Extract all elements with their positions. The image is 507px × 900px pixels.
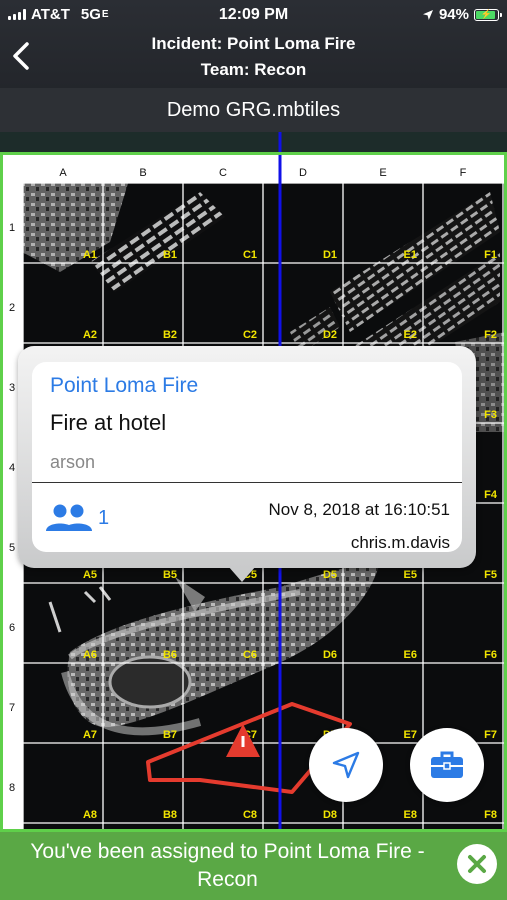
grid-cell-label: B1 (163, 249, 177, 261)
grid-row-label: 7 (9, 702, 15, 714)
grid-cell-label: F3 (484, 409, 497, 421)
grid-cell-label: D2 (323, 329, 337, 341)
grid-cell-label: B5 (163, 569, 177, 581)
grid-cell-label: A6 (83, 649, 97, 661)
incident-title: Incident: Point Loma Fire (151, 34, 356, 53)
grid-cell-label: E2 (404, 329, 417, 341)
grid-cell-label: A8 (83, 809, 97, 821)
incident-date: Nov 8, 2018 at 16:10:51 (268, 500, 450, 519)
grid-cell-label: C2 (243, 329, 257, 341)
incident-category: arson (50, 452, 96, 472)
grid-cell-label: C6 (243, 649, 257, 661)
grid-row-label: 8 (9, 782, 15, 794)
battery-icon: ⚡ (474, 8, 502, 21)
people-button[interactable]: 1 (46, 504, 109, 532)
grid-cell-label: E5 (404, 569, 417, 581)
grid-column-label: F (460, 167, 467, 179)
team-title: Team: Recon (200, 60, 307, 79)
grid-row-label: 6 (9, 622, 15, 634)
popup-pointer (228, 566, 256, 582)
grid-cell-label: E7 (404, 729, 417, 741)
status-battery: 94% ⚡ (422, 6, 502, 23)
grid-cell-label: B6 (163, 649, 177, 661)
banner-message: You've been assigned to Point Loma Fire … (30, 840, 425, 891)
grid-cell-label: E6 (404, 649, 417, 661)
warning-mark (241, 736, 245, 747)
grid-cell-label: F7 (484, 729, 497, 741)
grid-column-label: C (219, 167, 227, 179)
grid-cell-label: B7 (163, 729, 177, 741)
navigate-button[interactable] (309, 728, 383, 802)
grid-row-label: 2 (9, 302, 15, 314)
grid-row-label: 3 (9, 382, 15, 394)
grid-cell-label: D5 (323, 569, 337, 581)
layer-name-bar: Demo GRG.mbtiles (0, 88, 507, 132)
grid-cell-label: F2 (484, 329, 497, 341)
group-icon (46, 504, 92, 531)
battery-percent: 94% (438, 6, 469, 23)
incident-description: Fire at hotel (50, 410, 167, 435)
grid-cell-label: F5 (484, 569, 497, 581)
close-icon (468, 855, 486, 873)
grid-cell-label: A2 (83, 329, 97, 341)
briefcase-button[interactable] (410, 728, 484, 802)
grid-cell-label: A7 (83, 729, 97, 741)
grid-row-label: 5 (9, 542, 15, 554)
grid-cell-label: A5 (83, 569, 97, 581)
grid-cell-label: B2 (163, 329, 177, 341)
grid-cell-label: F6 (484, 649, 497, 661)
grid-cell-label: D1 (323, 249, 337, 261)
grid-row-label: 4 (9, 462, 15, 474)
location-arrow-icon (422, 9, 433, 20)
grid-cell-label: F4 (484, 489, 498, 501)
incident-card[interactable]: Point Loma Fire Fire at hotel arson 1 No… (32, 362, 462, 552)
grid-cell-label: F8 (484, 809, 497, 821)
grid-cell-label: E1 (404, 249, 417, 261)
grid-column-label: D (299, 167, 307, 179)
grid-cell-label: C1 (243, 249, 257, 261)
grid-column-label: A (59, 167, 67, 179)
banner-close-button[interactable] (457, 844, 497, 884)
grid-cell-label: D8 (323, 809, 337, 821)
card-divider (32, 482, 462, 483)
navigation-header: AT&T 5G E 12:09 PM 94% ⚡ Incident: Point … (0, 0, 507, 88)
grid-cell-label: B8 (163, 809, 177, 821)
grid-cell-label: C8 (243, 809, 257, 821)
grid-column-label: B (139, 167, 146, 179)
assignment-banner: You've been assigned to Point Loma Fire … (0, 832, 507, 900)
incident-name[interactable]: Point Loma Fire (50, 374, 198, 398)
people-count: 1 (98, 506, 110, 529)
briefcase-icon (431, 751, 463, 778)
incident-user: chris.m.davis (350, 533, 450, 552)
grid-cell-label: F1 (484, 249, 497, 261)
grid-cell-label: E8 (404, 809, 417, 821)
grid-cell-label: D6 (323, 649, 337, 661)
grid-cell-label: A1 (83, 249, 97, 261)
grid-column-label: E (379, 167, 386, 179)
grid-row-label: 1 (9, 222, 15, 234)
app-root: AT&T 5G E 12:09 PM 94% ⚡ Incident: Point … (0, 0, 507, 900)
navigation-arrow-icon (332, 751, 360, 779)
